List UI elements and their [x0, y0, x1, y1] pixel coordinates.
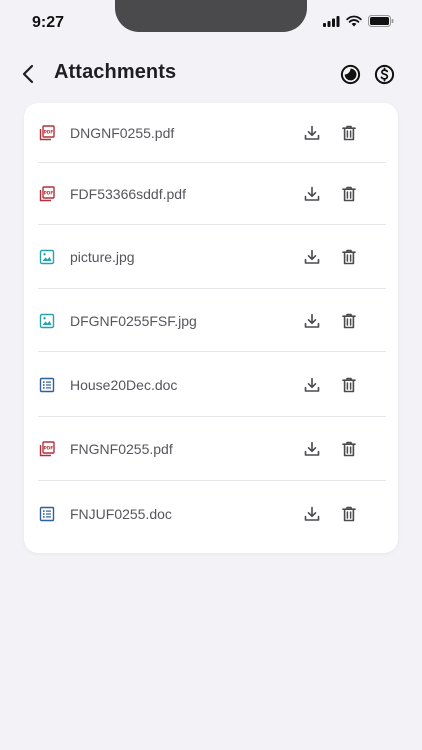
status-bar: 9:27 — [0, 0, 422, 46]
download-icon — [304, 313, 320, 328]
download-icon — [304, 249, 320, 264]
pdf-file-icon: PDF — [38, 124, 56, 142]
image-file-icon — [38, 312, 56, 330]
list-item[interactable]: PDF FDF53366sddf.pdf — [24, 163, 398, 225]
app-header: Attachments — [0, 56, 422, 92]
file-name: FNJUF0255.doc — [70, 506, 172, 522]
attachments-card: PDF DNGNF0255.pdf PDF FDF53366sddf.pdf p… — [24, 103, 398, 553]
download-icon — [304, 186, 320, 201]
download-icon — [304, 125, 320, 140]
dollar-circle-icon — [374, 64, 394, 84]
delete-button[interactable] — [338, 246, 360, 268]
download-button[interactable] — [301, 183, 323, 205]
pdf-file-icon: PDF — [38, 440, 56, 458]
list-item[interactable]: PDF DNGNF0255.pdf — [24, 103, 398, 163]
file-name: picture.jpg — [70, 249, 135, 265]
device-notch — [115, 0, 307, 32]
list-item[interactable]: DFGNF0255FSF.jpg — [24, 289, 398, 352]
file-name: FNGNF0255.pdf — [70, 441, 173, 457]
trash-icon — [342, 506, 356, 522]
delete-button[interactable] — [338, 122, 360, 144]
download-button[interactable] — [301, 374, 323, 396]
delete-button[interactable] — [338, 183, 360, 205]
back-button[interactable] — [14, 60, 42, 88]
list-item[interactable]: PDF FNGNF0255.pdf — [24, 417, 398, 481]
doc-file-icon — [38, 505, 56, 523]
delete-button[interactable] — [338, 503, 360, 525]
list-item[interactable]: picture.jpg — [24, 225, 398, 289]
trash-icon — [342, 441, 356, 457]
trash-icon — [342, 377, 356, 392]
download-button[interactable] — [301, 246, 323, 268]
download-icon — [304, 441, 320, 456]
theme-toggle-button[interactable] — [338, 62, 362, 86]
doc-file-icon — [38, 376, 56, 394]
trash-icon — [342, 249, 356, 265]
pdf-file-icon: PDF — [38, 185, 56, 203]
contrast-icon — [340, 64, 360, 84]
status-time: 9:27 — [32, 14, 65, 31]
cellular-signal-icon — [323, 15, 340, 27]
download-icon — [304, 506, 320, 521]
trash-icon — [342, 125, 356, 141]
status-icons — [323, 15, 394, 27]
download-button[interactable] — [301, 438, 323, 460]
file-name: House20Dec.doc — [70, 376, 178, 393]
download-button[interactable] — [301, 503, 323, 525]
chevron-left-icon — [22, 64, 34, 84]
battery-icon — [368, 15, 394, 27]
download-icon — [304, 377, 320, 392]
trash-icon — [342, 186, 356, 202]
svg-text:PDF: PDF — [44, 130, 54, 135]
svg-text:PDF: PDF — [44, 191, 54, 196]
trash-icon — [342, 313, 356, 328]
delete-button[interactable] — [338, 438, 360, 460]
file-name: FDF53366sddf.pdf — [70, 186, 186, 202]
delete-button[interactable] — [338, 374, 360, 396]
file-name: DNGNF0255.pdf — [70, 125, 175, 141]
download-button[interactable] — [301, 310, 323, 332]
delete-button[interactable] — [338, 310, 360, 332]
file-name: DFGNF0255FSF.jpg — [70, 312, 197, 329]
image-file-icon — [38, 248, 56, 266]
currency-button[interactable] — [372, 62, 396, 86]
list-item[interactable]: FNJUF0255.doc — [24, 481, 398, 547]
download-button[interactable] — [301, 122, 323, 144]
list-item[interactable]: House20Dec.doc — [24, 352, 398, 417]
svg-text:PDF: PDF — [44, 446, 54, 451]
page-title: Attachments — [54, 61, 177, 83]
wifi-icon — [346, 15, 362, 27]
